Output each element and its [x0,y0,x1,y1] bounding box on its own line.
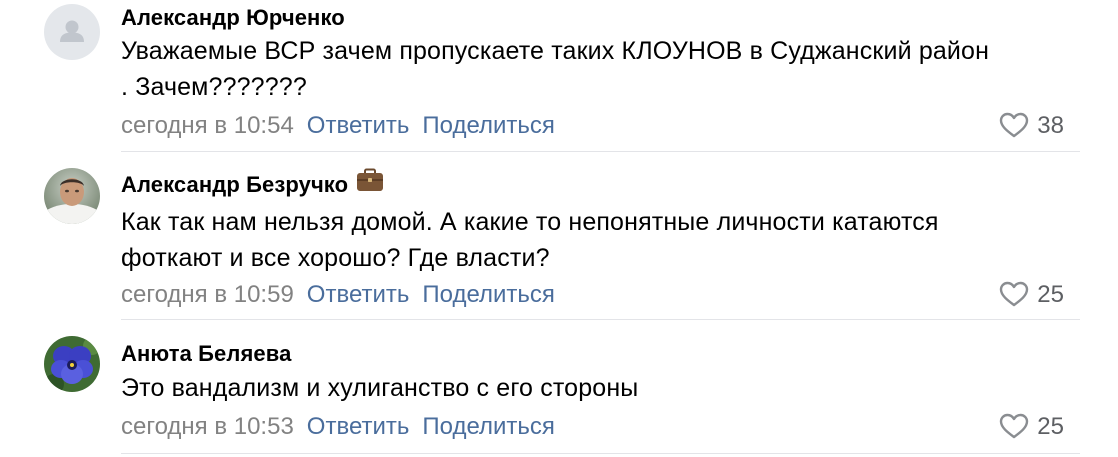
comment-author[interactable]: Александр Безручко [121,168,384,198]
comment-text-line: Как так нам нельзя домой. А какие то неп… [121,208,939,236]
default-user-icon [60,20,84,42]
comment-author[interactable]: Анюта Беляева [121,341,291,367]
like-button[interactable]: 38 [999,112,1064,140]
comment-text-line: Уважаемые ВСР зачем пропускаете таких КЛ… [121,37,990,65]
comment-text: Это вандализм и хулиганство с его сторон… [121,370,1081,406]
comment-item: Александр Безручко Как так нам нельзя до… [0,152,1118,320]
comment-text-line: . Зачем??????? [121,73,307,101]
like-count: 25 [1037,281,1064,308]
comment-time[interactable]: сегодня в 10:59 [121,281,294,308]
share-button[interactable]: Поделиться [422,413,555,440]
comment-time[interactable]: сегодня в 10:53 [121,413,294,440]
comment-item: Александр Юрченко Уважаемые ВСР зачем пр… [0,0,1118,152]
divider [121,453,1080,454]
comment-meta: сегодня в 10:59 Ответить Поделиться [121,281,555,309]
share-button[interactable]: Поделиться [422,281,555,308]
comment-meta: сегодня в 10:54 Ответить Поделиться [121,112,555,140]
comment-text-line: Это вандализм и хулиганство с его сторон… [121,374,639,402]
comment-time[interactable]: сегодня в 10:54 [121,112,294,139]
avatar[interactable] [44,336,100,392]
avatar[interactable] [44,4,100,60]
comment-text: Как так нам нельзя домой. А какие то неп… [121,204,1081,276]
heart-icon [1000,281,1029,306]
comment-meta: сегодня в 10:53 Ответить Поделиться [121,413,555,441]
user-photo [44,168,100,224]
comment-item: Анюта Беляева Это вандализм и хулиганств… [0,320,1118,457]
reply-button[interactable]: Ответить [307,281,410,308]
reply-button[interactable]: Ответить [307,112,410,139]
share-button[interactable]: Поделиться [422,112,555,139]
briefcase-icon [356,168,384,198]
comment-text-line: фоткают и все хорошо? Где власти? [121,244,550,272]
reply-button[interactable]: Ответить [307,413,410,440]
author-name: Александр Безручко [121,172,349,197]
comment-text: Уважаемые ВСР зачем пропускаете таких КЛ… [121,33,1081,105]
heart-icon [1000,112,1029,137]
comment-author[interactable]: Александр Юрченко [121,5,345,31]
like-count: 38 [1037,112,1064,139]
like-button[interactable]: 25 [999,413,1064,441]
like-button[interactable]: 25 [999,281,1064,309]
like-count: 25 [1037,413,1064,440]
pansy-flower-photo [44,336,100,392]
heart-icon [1000,413,1029,438]
avatar[interactable] [44,168,100,224]
